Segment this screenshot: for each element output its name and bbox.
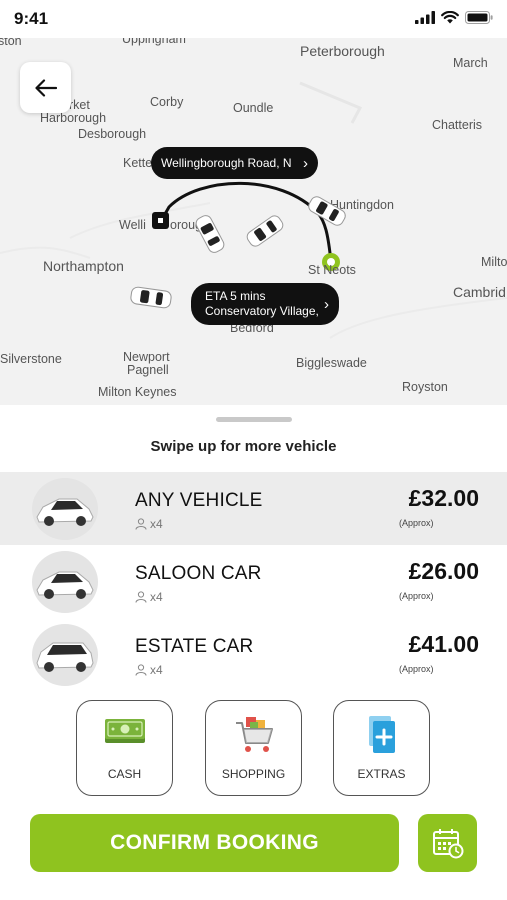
battery-icon	[465, 11, 493, 24]
map-town-label: Corby	[150, 95, 184, 109]
schedule-booking-button[interactable]	[418, 814, 477, 872]
destination-eta-pill[interactable]: ETA 5 mins Conservatory Village, ›	[191, 283, 339, 325]
vehicle-seats: x4	[135, 517, 163, 531]
arrow-left-icon	[34, 78, 57, 97]
price-approx-label: (Approx)	[399, 591, 434, 601]
destination-label: Conservatory Village,	[205, 304, 319, 318]
vehicle-image	[32, 478, 98, 540]
wifi-icon	[441, 11, 459, 24]
option-label: EXTRAS	[357, 767, 406, 781]
person-icon	[135, 664, 147, 676]
car-icon	[36, 642, 94, 672]
pickup-location-label: Wellingborough Road, N	[161, 156, 292, 170]
vehicle-name: ESTATE CAR	[135, 636, 254, 657]
map-town-label: Royston	[402, 380, 448, 394]
vehicle-seats: x4	[135, 590, 163, 604]
calendar-clock-icon	[432, 829, 463, 859]
seat-count: x4	[150, 517, 163, 531]
confirm-booking-button[interactable]: CONFIRM BOOKING	[30, 814, 399, 872]
map-town-label: Milto	[481, 255, 507, 269]
option-cash-button[interactable]: CASH	[76, 700, 173, 796]
map-town-label: Desborough	[78, 127, 147, 141]
chevron-right-icon: ›	[324, 295, 329, 313]
vehicle-seats: x4	[135, 663, 163, 677]
vehicle-price: £26.00	[408, 558, 479, 584]
vehicle-name: ANY VEHICLE	[135, 490, 263, 511]
vehicle-name: SALOON CAR	[135, 563, 262, 584]
vehicle-price: £32.00	[408, 485, 479, 511]
map-town-label: Welli	[119, 218, 146, 232]
vehicle-option-estate[interactable]: ESTATE CAR x4 £41.00 (Approx)	[0, 618, 507, 691]
vehicle-image	[32, 551, 98, 613]
vehicle-option-saloon[interactable]: SALOON CAR x4 £26.00 (Approx)	[0, 545, 507, 618]
signal-icon	[415, 11, 435, 24]
seat-count: x4	[150, 590, 163, 604]
back-button[interactable]	[20, 62, 71, 113]
extras-icon	[368, 716, 395, 753]
shopping-cart-icon	[235, 717, 273, 752]
pickup-location-pill[interactable]: Wellingborough Road, N ›	[151, 147, 318, 179]
car-icon	[36, 571, 94, 599]
cash-icon	[104, 719, 145, 743]
map-town-label: Pagnell	[127, 363, 169, 377]
option-shopping-button[interactable]: SHOPPING	[205, 700, 302, 796]
option-label: CASH	[107, 767, 142, 781]
status-icons	[415, 11, 493, 24]
person-icon	[135, 518, 147, 530]
map-town-label: Peterborough	[300, 43, 385, 59]
option-extras-button[interactable]: EXTRAS	[333, 700, 430, 796]
map-town-label: March	[453, 56, 488, 70]
map-town-label: Uppingham	[122, 38, 186, 46]
map-town-label: ston	[0, 38, 22, 48]
map-background	[0, 81, 507, 339]
price-approx-label: (Approx)	[399, 664, 434, 674]
eta-text: ETA 5 mins	[205, 289, 266, 303]
person-icon	[135, 591, 147, 603]
status-bar: 9:41	[0, 0, 507, 38]
car-icon	[36, 498, 94, 526]
map-town-label: Chatteris	[432, 118, 483, 132]
sheet-grabber[interactable]	[216, 417, 292, 422]
map-town-label: Oundle	[233, 101, 274, 115]
chevron-right-icon: ›	[303, 154, 308, 172]
map-town-label: Newport	[123, 350, 170, 364]
price-approx-label: (Approx)	[399, 518, 434, 528]
map-town-label: Northampton	[43, 258, 124, 274]
vehicle-image	[32, 624, 98, 686]
vehicle-sheet: Swipe up for more vehicle ANY VEHICLE x4…	[0, 405, 507, 900]
map-view[interactable]: ston Uppingham Peterborough March arket …	[0, 38, 507, 405]
map-town-label: Kette	[123, 156, 153, 170]
seat-count: x4	[150, 663, 163, 677]
option-label: SHOPPING	[221, 767, 286, 781]
vehicle-price: £41.00	[408, 631, 479, 657]
map-town-label: St Neots	[308, 263, 356, 277]
swipe-hint: Swipe up for more vehicle	[150, 438, 337, 455]
map-town-label: Harborough	[40, 111, 107, 125]
status-time: 9:41	[14, 9, 49, 28]
map-town-label: Silverstone	[0, 352, 62, 366]
vehicle-option-any[interactable]: ANY VEHICLE x4 £32.00 (Approx)	[0, 472, 507, 545]
map-town-label: Biggleswade	[296, 356, 367, 370]
map-town-label: Cambrid	[453, 284, 506, 300]
map-town-label: Milton Keynes	[98, 385, 177, 399]
